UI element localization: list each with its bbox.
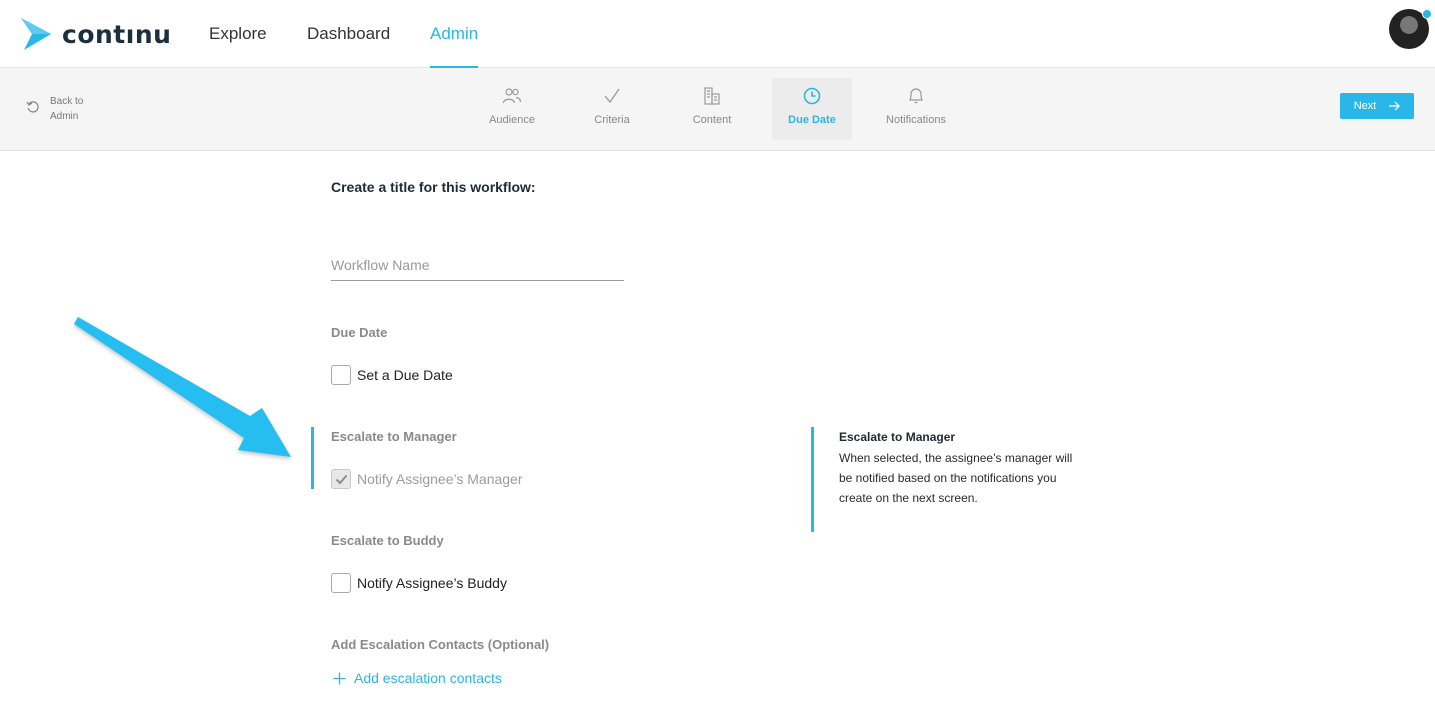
selected-section-indicator — [311, 427, 314, 489]
checkmark-icon — [335, 474, 348, 485]
escalate-buddy-section-label: Escalate to Buddy — [331, 533, 444, 548]
nav-explore[interactable]: Explore — [209, 24, 267, 44]
workflow-steps-bar: Back to Admin Audience Criteria Content … — [0, 68, 1435, 151]
back-label: Back to Admin — [50, 96, 84, 122]
logo[interactable]: contınu — [20, 16, 171, 52]
people-icon — [502, 88, 522, 104]
step-label: Audience — [489, 114, 535, 126]
plus-icon — [333, 672, 346, 684]
check-icon — [604, 88, 620, 104]
workflow-name-input[interactable] — [331, 250, 624, 281]
logo-text: contınu — [62, 19, 172, 49]
notification-dot — [1422, 9, 1432, 19]
next-button[interactable]: Next — [1340, 93, 1414, 119]
step-due-date[interactable]: Due Date — [772, 78, 852, 140]
checkbox-box[interactable] — [331, 469, 351, 489]
clock-icon — [803, 87, 821, 105]
set-due-date-checkbox[interactable]: Set a Due Date — [331, 365, 453, 385]
bell-icon — [909, 88, 923, 104]
top-navigation: contınu Explore Dashboard Admin — [0, 0, 1435, 68]
add-escalation-contacts-label: Add escalation contacts — [354, 670, 502, 686]
checkbox-label: Set a Due Date — [357, 367, 453, 383]
step-label: Due Date — [788, 114, 836, 126]
info-panel-title: Escalate to Manager — [839, 430, 956, 444]
nav-admin[interactable]: Admin — [430, 24, 478, 44]
add-escalation-contacts-link[interactable]: Add escalation contacts — [333, 670, 502, 686]
info-panel-text: When selected, the assignee’s manager wi… — [839, 451, 1073, 505]
undo-icon — [26, 101, 39, 113]
building-icon — [704, 87, 720, 105]
checkbox-box[interactable] — [331, 573, 351, 593]
step-content[interactable]: Content — [672, 78, 752, 140]
step-notifications[interactable]: Notifications — [876, 78, 956, 140]
step-label: Criteria — [594, 114, 630, 126]
step-criteria[interactable]: Criteria — [572, 78, 652, 140]
step-label: Notifications — [886, 114, 946, 126]
info-panel-accent — [811, 427, 814, 532]
notify-buddy-checkbox[interactable]: Notify Assignee’s Buddy — [331, 573, 507, 593]
form-title: Create a title for this workflow: — [331, 179, 536, 195]
arrow-right-icon — [1389, 101, 1401, 111]
step-label: Content — [692, 114, 732, 126]
notify-manager-checkbox[interactable]: Notify Assignee’s Manager — [331, 469, 523, 489]
checkbox-label: Notify Assignee’s Manager — [357, 471, 523, 487]
back-to-admin-link[interactable]: Back to Admin — [26, 94, 100, 124]
next-button-label: Next — [1353, 100, 1377, 112]
nav-dashboard[interactable]: Dashboard — [307, 24, 390, 44]
due-date-section-label: Due Date — [331, 325, 388, 340]
checkbox-box[interactable] — [331, 365, 351, 385]
escalate-manager-section-label: Escalate to Manager — [331, 429, 457, 444]
logo-arrow-icon — [21, 18, 51, 50]
checkbox-label: Notify Assignee’s Buddy — [357, 575, 507, 591]
escalation-contacts-section-label: Add Escalation Contacts (Optional) — [331, 637, 550, 652]
step-audience[interactable]: Audience — [472, 78, 552, 140]
